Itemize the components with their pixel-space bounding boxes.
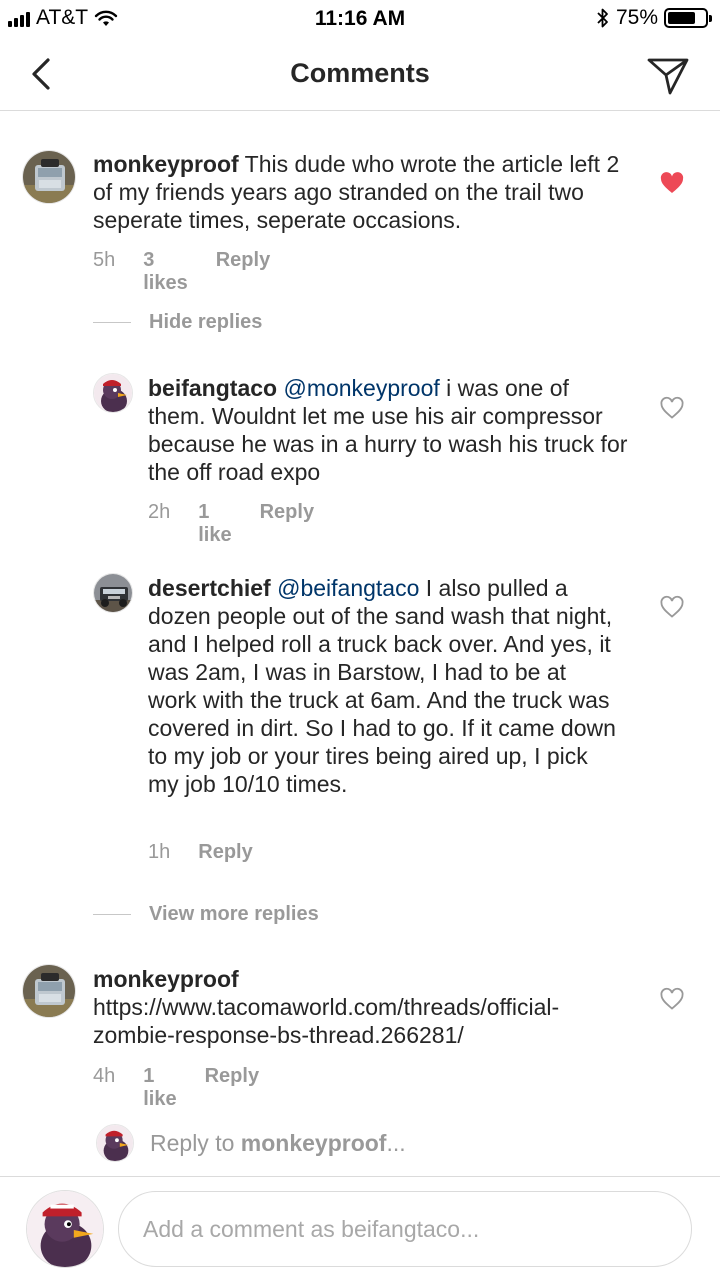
avatar <box>96 1124 134 1162</box>
comment-time: 5h <box>93 249 116 271</box>
paper-plane-icon[interactable] <box>646 54 690 98</box>
comment-text: beifangtaco @monkeyproof i was one of th… <box>148 374 628 486</box>
heart-outline-icon[interactable] <box>659 987 685 1011</box>
comment-meta: 5h 3 likes Reply <box>93 249 270 295</box>
header: Comments <box>0 38 720 111</box>
avatar-image <box>94 574 132 612</box>
avatar-image <box>94 374 132 412</box>
comment-username[interactable]: desertchief <box>148 575 271 601</box>
avatar[interactable] <box>22 150 76 204</box>
comment-time: 2h <box>148 501 171 523</box>
divider-line <box>93 322 131 323</box>
comment-body: I also pulled a dozen people out of the … <box>148 575 616 797</box>
status-bar: AT&T 11:16 AM 75% <box>0 0 720 38</box>
battery-fill <box>668 12 695 24</box>
comment-time: 4h <box>93 1065 116 1087</box>
reply-button[interactable]: Reply <box>260 501 314 547</box>
comment-input[interactable] <box>118 1191 692 1267</box>
comment-time: 1h <box>148 841 171 863</box>
comment-text: monkeyproof https://www.tacomaworld.com/… <box>93 965 613 1049</box>
reply-button[interactable]: Reply <box>198 841 252 864</box>
comment-username[interactable]: beifangtaco <box>148 375 277 401</box>
reply-button[interactable]: Reply <box>216 249 270 295</box>
comment-meta: 2h 1 like Reply <box>148 501 314 547</box>
avatar[interactable] <box>22 964 76 1018</box>
heart-filled-icon[interactable] <box>659 171 685 195</box>
avatar[interactable] <box>93 573 133 613</box>
comment-meta: 1h Reply <box>148 841 253 864</box>
comment-composer <box>0 1176 720 1280</box>
reply-to-prompt[interactable]: Reply to monkeyproof... <box>96 1124 406 1162</box>
mention-link[interactable]: @monkeyproof <box>283 375 439 401</box>
battery-percent: 75% <box>615 6 658 29</box>
current-user-avatar <box>26 1190 104 1268</box>
comment-body[interactable]: https://www.tacomaworld.com/threads/offi… <box>93 994 559 1048</box>
avatar-image <box>97 1125 133 1161</box>
page-title: Comments <box>290 58 430 88</box>
divider-line <box>93 914 131 915</box>
heart-outline-icon[interactable] <box>659 396 685 420</box>
comment-username[interactable]: monkeyproof <box>93 151 239 177</box>
view-more-replies-label: View more replies <box>149 903 319 925</box>
avatar[interactable] <box>93 373 133 413</box>
battery-icon <box>664 8 712 28</box>
status-right: 75% <box>596 6 712 30</box>
reply-to-ellipsis: ... <box>386 1129 406 1156</box>
hide-replies-button[interactable]: Hide replies <box>93 311 262 334</box>
hide-replies-label: Hide replies <box>149 311 263 333</box>
avatar-image <box>27 1191 103 1267</box>
reply-to-text: Reply to monkeyproof... <box>150 1130 406 1157</box>
reply-to-username: monkeyproof <box>240 1129 387 1156</box>
likes-count[interactable]: 3 likes <box>143 249 187 295</box>
likes-count[interactable]: 1 like <box>198 501 231 547</box>
comment-text: monkeyproof This dude who wrote the arti… <box>93 150 633 234</box>
comment-username[interactable]: monkeyproof <box>93 966 239 992</box>
view-more-replies-button[interactable]: View more replies <box>93 903 319 926</box>
comment-text: desertchief @beifangtaco I also pulled a… <box>148 574 618 798</box>
avatar-image <box>23 151 75 203</box>
likes-count[interactable]: 1 like <box>143 1065 176 1111</box>
bluetooth-icon <box>597 8 608 28</box>
heart-outline-icon[interactable] <box>659 595 685 619</box>
reply-to-prefix: Reply to <box>150 1129 235 1156</box>
reply-button[interactable]: Reply <box>205 1065 259 1111</box>
mention-link[interactable]: @beifangtaco <box>277 575 419 601</box>
comment-meta: 4h 1 like Reply <box>93 1065 259 1111</box>
avatar-image <box>23 965 75 1017</box>
